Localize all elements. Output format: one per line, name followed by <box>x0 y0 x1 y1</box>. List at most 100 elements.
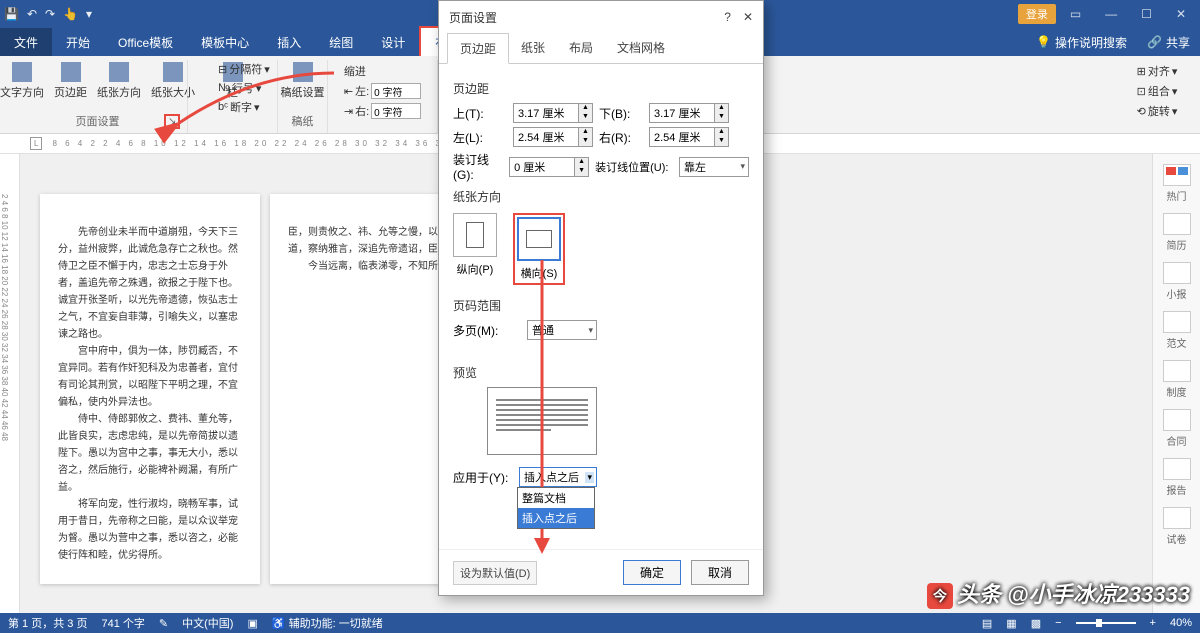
margins-button[interactable]: 页边距 <box>50 60 91 102</box>
indent-left-input[interactable] <box>371 83 421 99</box>
tab-draw[interactable]: 绘图 <box>315 28 367 57</box>
page-setup-launcher[interactable]: ↘ <box>164 114 180 129</box>
tab-file[interactable]: 文件 <box>0 28 52 57</box>
tab-design[interactable]: 设计 <box>367 28 419 57</box>
tab-selector[interactable]: L <box>30 137 42 150</box>
dialog-help-icon[interactable]: ? <box>724 10 731 24</box>
document-page-1[interactable]: 先帝创业未半而中道崩殂，今天下三分，益州疲弊，此诚危急存亡之秋也。然侍卫之臣不懈… <box>40 194 260 584</box>
gutter-position-select[interactable]: 靠左 <box>679 157 749 177</box>
cancel-button[interactable]: 取消 <box>691 560 749 585</box>
pane-newspaper[interactable]: 小报 <box>1159 258 1195 305</box>
save-icon[interactable]: 💾 <box>4 7 19 21</box>
status-page[interactable]: 第 1 页，共 3 页 <box>8 615 87 631</box>
rotate-button[interactable]: ⟲ 旋转 ▾ <box>1133 102 1182 120</box>
minimize-icon[interactable]: — <box>1095 3 1127 25</box>
align-button[interactable]: ⊞ 对齐 ▾ <box>1133 62 1182 80</box>
zoom-in-button[interactable]: + <box>1150 617 1156 629</box>
gutter-input[interactable] <box>509 157 575 177</box>
left-margin-label: 左(L): <box>453 129 507 146</box>
dialog-title: 页面设置 <box>449 9 497 26</box>
tab-start[interactable]: 开始 <box>52 28 104 57</box>
maximize-icon[interactable]: ☐ <box>1131 3 1162 25</box>
ok-button[interactable]: 确定 <box>623 560 681 585</box>
dialog-close-icon[interactable]: ✕ <box>743 10 753 24</box>
view-web-icon[interactable]: ▩ <box>1031 617 1041 630</box>
bottom-margin-input[interactable] <box>649 103 715 123</box>
status-macro-icon[interactable]: ▣ <box>247 617 257 630</box>
breaks-button[interactable]: ⊟ 分隔符 ▾ <box>214 60 274 78</box>
close-icon[interactable]: ✕ <box>1166 3 1196 25</box>
status-accessibility[interactable]: ♿ 辅助功能: 一切就绪 <box>272 615 383 631</box>
orientation-landscape[interactable]: 横向(S) <box>513 213 565 285</box>
tell-me-search[interactable]: 💡 操作说明搜索 <box>1026 34 1137 51</box>
orientation-portrait[interactable]: 纵向(P) <box>453 213 497 285</box>
share-button[interactable]: 🔗 共享 <box>1137 34 1200 51</box>
apply-option-whole[interactable]: 整篇文档 <box>518 488 594 508</box>
status-words[interactable]: 741 个字 <box>101 615 144 631</box>
zoom-out-button[interactable]: − <box>1055 617 1061 629</box>
share-icon: 🔗 <box>1147 35 1162 49</box>
tab-insert[interactable]: 插入 <box>263 28 315 57</box>
qat-more-icon[interactable]: ▾ <box>86 7 92 21</box>
pane-hot[interactable]: 热门 <box>1159 160 1195 207</box>
zoom-level[interactable]: 40% <box>1170 617 1192 629</box>
right-margin-label: 右(R): <box>599 129 643 146</box>
view-read-icon[interactable]: ▤ <box>982 617 992 630</box>
pane-report[interactable]: 报告 <box>1159 454 1195 501</box>
dialog-tab-layout[interactable]: 布局 <box>557 33 605 63</box>
set-default-button[interactable]: 设为默认值(D) <box>453 561 537 585</box>
apply-option-after-cursor[interactable]: 插入点之后 <box>518 508 594 528</box>
status-spellcheck-icon[interactable]: ✎ <box>159 617 168 630</box>
preview-thumbnail <box>487 387 597 455</box>
zoom-slider[interactable] <box>1076 622 1136 624</box>
multi-pages-select[interactable]: 普通 <box>527 320 597 340</box>
hyphenation-button[interactable]: bᶜ 断字 ▾ <box>214 98 274 116</box>
horizontal-ruler[interactable]: 8 6 4 2 2 4 6 8 10 12 14 16 18 20 22 24 … <box>52 139 450 148</box>
text-direction-button[interactable]: 文字方向 <box>0 60 48 102</box>
tab-template-center[interactable]: 模板中心 <box>187 28 263 57</box>
orientation-button[interactable]: 纸张方向 <box>93 60 145 102</box>
top-margin-input[interactable] <box>513 103 579 123</box>
left-margin-input[interactable] <box>513 127 579 147</box>
dialog-tab-margins[interactable]: 页边距 <box>447 33 509 64</box>
view-print-icon[interactable]: ▦ <box>1006 617 1016 630</box>
apply-to-label: 应用于(Y): <box>453 469 513 486</box>
undo-icon[interactable]: ↶ <box>27 7 37 21</box>
apply-to-select[interactable]: 插入点之后 <box>519 467 597 487</box>
bottom-margin-label: 下(B): <box>599 105 643 122</box>
login-badge[interactable]: 登录 <box>1018 4 1056 24</box>
templates-pane: 热门 简历 小报 范文 制度 合同 报告 试卷 <box>1152 154 1200 613</box>
dialog-tab-paper[interactable]: 纸张 <box>509 33 557 63</box>
redo-icon[interactable]: ↷ <box>45 7 55 21</box>
page-setup-group-label: 页面设置 <box>76 111 120 133</box>
ribbon-options-icon[interactable]: ▭ <box>1060 3 1091 25</box>
manuscript-button[interactable]: 稿纸设置 <box>277 60 329 102</box>
dialog-tab-grid[interactable]: 文档网格 <box>605 33 677 63</box>
vertical-ruler[interactable]: 2 4 6 8 10 12 14 16 18 20 22 24 26 28 30… <box>0 154 20 613</box>
orientation-section-label: 纸张方向 <box>453 188 749 205</box>
manuscript-group-label: 稿纸 <box>292 111 314 133</box>
pane-exam[interactable]: 试卷 <box>1159 503 1195 550</box>
preview-section-label: 预览 <box>453 364 749 381</box>
status-language[interactable]: 中文(中国) <box>182 615 233 631</box>
pane-system[interactable]: 制度 <box>1159 356 1195 403</box>
pane-essay[interactable]: 范文 <box>1159 307 1195 354</box>
lightbulb-icon: 💡 <box>1036 35 1051 49</box>
indent-right-input[interactable] <box>371 103 421 119</box>
pages-section-label: 页码范围 <box>453 297 749 314</box>
page-setup-dialog: 页面设置 ? ✕ 页边距 纸张 布局 文档网格 页边距 上(T): ▲▼ 下(B… <box>438 0 764 596</box>
indent-right-row: ⇥ 右: <box>340 102 425 120</box>
multi-pages-label: 多页(M): <box>453 322 507 339</box>
gutter-position-label: 装订线位置(U): <box>595 159 673 175</box>
indent-left-row: ⇤ 左: <box>340 82 425 100</box>
line-numbers-button[interactable]: № 行号 ▾ <box>214 79 274 97</box>
watermark: 今头条 @小手冰凉233333 <box>927 577 1190 609</box>
touch-icon[interactable]: 👆 <box>63 7 78 21</box>
right-margin-input[interactable] <box>649 127 715 147</box>
top-margin-label: 上(T): <box>453 105 507 122</box>
apply-to-dropdown: 整篇文档 插入点之后 <box>517 487 595 529</box>
tab-office-template[interactable]: Office模板 <box>104 28 187 57</box>
pane-contract[interactable]: 合同 <box>1159 405 1195 452</box>
group-button[interactable]: ⊡ 组合 ▾ <box>1133 82 1182 100</box>
pane-resume[interactable]: 简历 <box>1159 209 1195 256</box>
